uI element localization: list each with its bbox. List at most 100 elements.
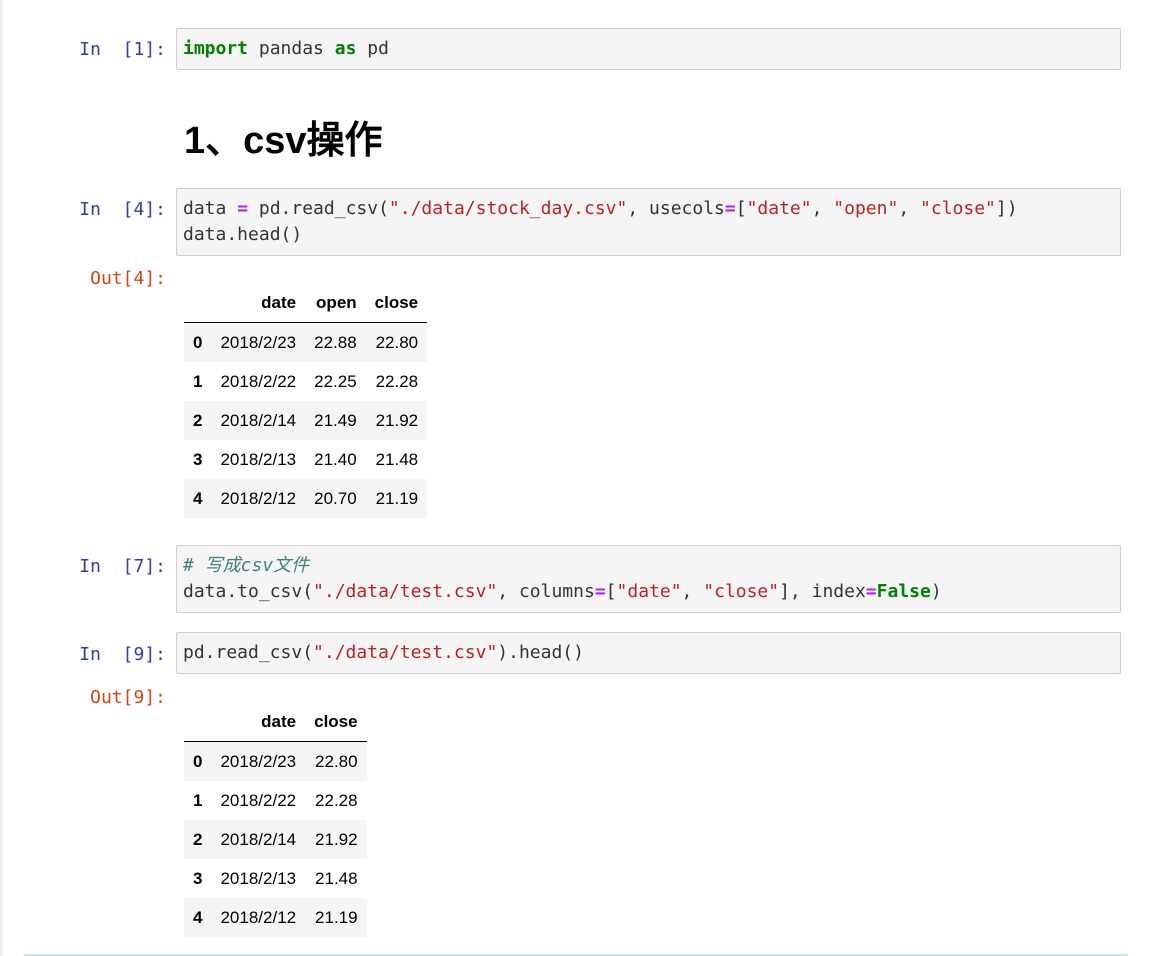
table-cell: 21.48 (375, 449, 419, 469)
input-prompt-1: In [1]: (79, 39, 166, 60)
code-token: = (724, 198, 736, 219)
row-index: 4 (193, 907, 203, 927)
code-token: pd.read_csv( (248, 198, 389, 219)
code-line: pd.read_csv("./data/test.csv").head() (183, 640, 1114, 666)
code-token: # 写成csv文件 (183, 555, 310, 576)
table-row: 2 2018/2/14 21.49 21.92 (184, 401, 428, 440)
row-index: 4 (193, 488, 203, 508)
code-cell-4[interactable]: data = pd.read_csv("./data/stock_day.csv… (176, 188, 1121, 256)
code-token: ).head() (497, 642, 584, 663)
input-prompt-7: In [7]: (79, 556, 166, 577)
table-cell: 22.28 (375, 371, 419, 391)
code-line: data = pd.read_csv("./data/stock_day.csv… (183, 196, 1114, 222)
code-cell-1[interactable]: import pandas as pd (176, 28, 1121, 70)
table-cell: 2018/2/23 (220, 332, 297, 352)
table-cell: 2018/2/13 (220, 449, 297, 469)
code-token: "open" (833, 198, 899, 219)
code-token: , (898, 198, 921, 219)
dataframe-output-9: date close 0 2018/2/23 22.80 1 2018/2/22 22.28… (184, 703, 367, 937)
row-index: 2 (193, 410, 203, 430)
table-cell: 22.80 (375, 332, 419, 352)
row-index: 0 (193, 332, 203, 352)
table-cell: 22.80 (315, 751, 358, 771)
dataframe-output-4: date open close 0 2018/2/23 22.88 22.80 1 2018/… (184, 284, 428, 518)
code-cell-9[interactable]: pd.read_csv("./data/test.csv").head() (176, 632, 1121, 674)
input-prompt-9: In [9]: (79, 644, 166, 665)
table-cell: 20.70 (314, 488, 357, 508)
table-cell: 22.88 (314, 332, 357, 352)
code-token: [ (735, 198, 747, 219)
row-index: 2 (193, 829, 203, 849)
row-index: 0 (193, 751, 203, 771)
column-header: close (305, 703, 367, 742)
code-line: data.head() (183, 222, 1114, 248)
code-token: data (183, 198, 238, 219)
table-cell: 2018/2/22 (220, 371, 297, 391)
code-token: ) (930, 581, 942, 602)
code-token: "close" (703, 581, 780, 602)
code-token: = (594, 581, 606, 602)
output-prompt-4: Out[4]: (90, 268, 166, 289)
table-cell: 2018/2/12 (220, 488, 297, 508)
code-token: pd.read_csv( (183, 642, 314, 663)
notebook-page: In [1]: import pandas as pd 1、csv操作 In [… (0, 0, 1152, 956)
left-border (0, 0, 3, 956)
code-line: data.to_csv("./data/test.csv", columns=[… (183, 579, 1114, 605)
table-cell: 22.28 (315, 790, 358, 810)
code-line: import pandas as pd (183, 36, 1114, 62)
code-cell-7[interactable]: # 写成csv文件 data.to_csv("./data/test.csv",… (176, 545, 1121, 613)
code-token: = (237, 198, 249, 219)
table-row: 2 2018/2/14 21.92 (184, 820, 367, 859)
column-header: open (305, 284, 366, 323)
table-cell: 21.19 (315, 907, 358, 927)
code-token: data.head() (183, 224, 303, 245)
column-header: date (211, 284, 306, 323)
code-token: "./data/test.csv" (313, 642, 498, 663)
table-row: 3 2018/2/13 21.40 21.48 (184, 440, 428, 479)
table-header-row: date close (184, 703, 367, 742)
table-cell: 2018/2/14 (220, 410, 297, 430)
input-prompt-4: In [4]: (79, 199, 166, 220)
code-token: ], index (779, 581, 866, 602)
column-header: close (365, 284, 428, 323)
table-cell: 21.48 (315, 868, 358, 888)
code-line: # 写成csv文件 (183, 553, 1114, 579)
markdown-heading: 1、csv操作 (184, 120, 383, 162)
table-cell: 2018/2/23 (220, 751, 297, 771)
table-cell: 21.19 (375, 488, 419, 508)
table-cell: 2018/2/14 (220, 829, 297, 849)
code-token: , (811, 198, 834, 219)
column-header (184, 284, 212, 323)
row-index: 3 (193, 868, 203, 888)
code-token: [ (605, 581, 617, 602)
row-index: 1 (193, 371, 203, 391)
table-row: 4 2018/2/12 21.19 (184, 898, 367, 937)
row-index: 3 (193, 449, 203, 469)
table-cell: 2018/2/12 (220, 907, 297, 927)
column-header: date (211, 703, 306, 742)
table-cell: 22.25 (314, 371, 357, 391)
code-token: as (334, 38, 357, 59)
table-row: 1 2018/2/22 22.25 22.28 (184, 362, 428, 401)
code-token: , (681, 581, 704, 602)
code-token: , usecols (627, 198, 725, 219)
code-token: = (865, 581, 877, 602)
code-token: "close" (920, 198, 996, 219)
table-header-row: date open close (184, 284, 428, 323)
code-token: data.to_csv( (183, 581, 314, 602)
code-token: import (183, 38, 249, 59)
code-token: "date" (616, 581, 682, 602)
row-index: 1 (193, 790, 203, 810)
code-token: ]) (995, 198, 1018, 219)
table-cell: 2018/2/22 (220, 790, 297, 810)
table-row: 0 2018/2/23 22.88 22.80 (184, 322, 428, 362)
table-cell: 21.92 (375, 410, 419, 430)
column-header (184, 703, 212, 742)
code-token: False (876, 581, 931, 602)
table-cell: 21.40 (314, 449, 357, 469)
code-token: , columns (497, 581, 595, 602)
table-row: 1 2018/2/22 22.28 (184, 781, 367, 820)
table-row: 0 2018/2/23 22.80 (184, 741, 367, 781)
code-token: "date" (746, 198, 812, 219)
code-token: pd (356, 38, 389, 59)
